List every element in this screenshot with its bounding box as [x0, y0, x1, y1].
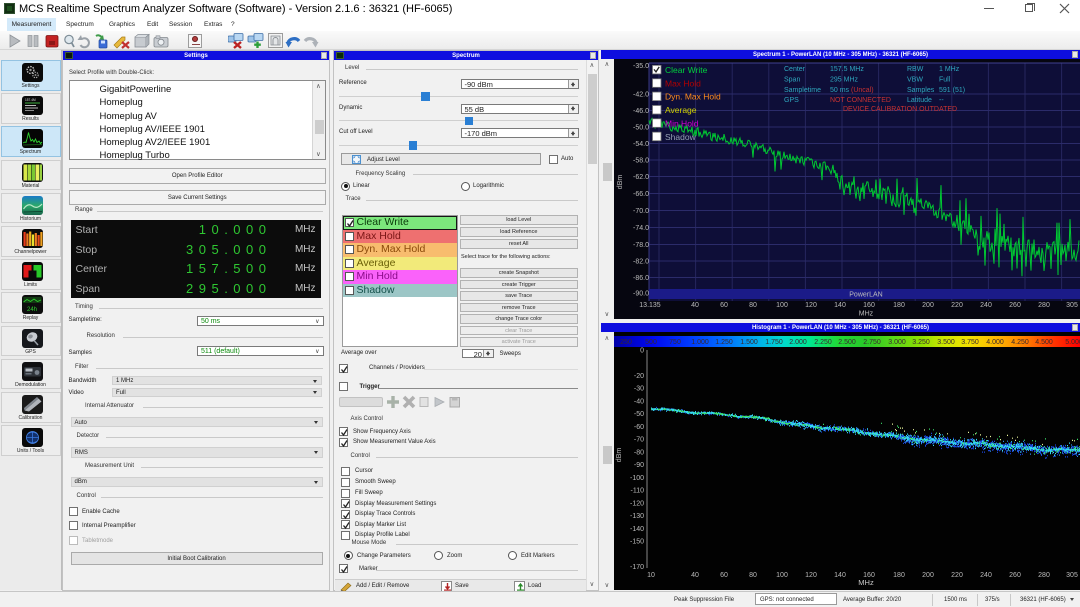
- svg-text:120: 120: [805, 572, 817, 579]
- svg-text:Span: Span: [784, 76, 800, 83]
- svg-text:-30: -30: [634, 386, 644, 393]
- svg-text:180: 180: [893, 302, 905, 309]
- svg-text:--: --: [939, 97, 944, 104]
- svg-text:-78.0: -78.0: [633, 242, 649, 249]
- svg-text:591 (51): 591 (51): [939, 87, 965, 94]
- svg-text:dBm: dBm: [616, 448, 623, 463]
- svg-text:-42.0: -42.0: [633, 92, 649, 99]
- svg-text:157.4M: 157.4M: [25, 98, 36, 102]
- svg-text:180: 180: [893, 572, 905, 579]
- svg-text:-100: -100: [630, 475, 644, 482]
- svg-text:24h: 24h: [27, 307, 37, 313]
- svg-text:280: 280: [1038, 572, 1050, 579]
- svg-text:200: 200: [922, 572, 934, 579]
- svg-text:120: 120: [805, 302, 817, 309]
- svg-text:-80: -80: [634, 449, 644, 456]
- svg-text:-150: -150: [630, 539, 644, 546]
- svg-text:Samples: Samples: [907, 87, 935, 94]
- svg-text:-35.0: -35.0: [633, 63, 649, 70]
- svg-text:260: 260: [1009, 572, 1021, 579]
- svg-text:10: 10: [647, 572, 655, 579]
- svg-text:-90: -90: [634, 462, 644, 469]
- svg-text:dBm: dBm: [617, 175, 624, 190]
- svg-text:280: 280: [1038, 302, 1050, 309]
- svg-text:80: 80: [749, 572, 757, 579]
- svg-text:100: 100: [776, 572, 788, 579]
- svg-text:-90.0: -90.0: [633, 291, 649, 298]
- svg-text:Max Hold: Max Hold: [665, 78, 701, 88]
- svg-text:40: 40: [691, 572, 699, 579]
- svg-text:0: 0: [640, 348, 644, 355]
- svg-text:RBW: RBW: [907, 66, 924, 73]
- svg-text:-58.0: -58.0: [633, 158, 649, 165]
- svg-text:40: 40: [691, 302, 699, 309]
- svg-text:-54.0: -54.0: [633, 141, 649, 148]
- svg-text:GPS: GPS: [784, 97, 799, 104]
- svg-text:140: 140: [834, 302, 846, 309]
- svg-text:295 MHz: 295 MHz: [830, 76, 859, 83]
- svg-text:240: 240: [980, 302, 992, 309]
- svg-text:Average: Average: [665, 105, 697, 115]
- svg-text:-46.0: -46.0: [633, 108, 649, 115]
- svg-text:-120: -120: [630, 500, 644, 507]
- svg-text:-70.0: -70.0: [633, 208, 649, 215]
- svg-text:Center: Center: [784, 66, 806, 73]
- svg-text:MHz: MHz: [859, 311, 874, 318]
- svg-text:Shadow: Shadow: [665, 132, 697, 142]
- svg-text:220: 220: [951, 572, 963, 579]
- svg-text:-82.0: -82.0: [633, 259, 649, 266]
- svg-text:-74.0: -74.0: [633, 225, 649, 232]
- svg-text:-50.0: -50.0: [633, 125, 649, 132]
- svg-text:-62.0: -62.0: [633, 174, 649, 181]
- svg-text:157.5 MHz: 157.5 MHz: [830, 66, 864, 73]
- svg-text:-110: -110: [631, 488, 645, 495]
- svg-text:Dyn. Max Hold: Dyn. Max Hold: [665, 92, 721, 102]
- svg-text:13.135: 13.135: [639, 302, 661, 309]
- svg-text:Sampletime: Sampletime: [784, 87, 821, 94]
- svg-text:DEVICE CALIBRATION OUTDATED: DEVICE CALIBRATION OUTDATED: [843, 106, 957, 113]
- svg-text:-40: -40: [634, 398, 644, 405]
- svg-text:-50: -50: [634, 411, 644, 418]
- svg-text:-140: -140: [630, 526, 644, 533]
- svg-text:-66.0: -66.0: [633, 191, 649, 198]
- svg-text:220: 220: [951, 302, 963, 309]
- svg-text:-130: -130: [630, 513, 644, 520]
- svg-text:200: 200: [922, 302, 934, 309]
- svg-text:VBW: VBW: [907, 76, 923, 83]
- svg-text:160: 160: [863, 302, 875, 309]
- svg-text:NOT CONNECTED: NOT CONNECTED: [830, 97, 891, 104]
- svg-text:Latitude: Latitude: [907, 97, 932, 104]
- svg-text:Full: Full: [939, 76, 951, 83]
- svg-text:-170: -170: [630, 564, 644, 571]
- svg-text:305: 305: [1066, 302, 1078, 309]
- svg-text:60: 60: [720, 302, 728, 309]
- svg-text:Clear Write: Clear Write: [665, 65, 708, 75]
- svg-text:140: 140: [834, 572, 846, 579]
- svg-text:100: 100: [776, 302, 788, 309]
- svg-text:60: 60: [720, 572, 728, 579]
- svg-text:305: 305: [1066, 572, 1078, 579]
- svg-text:260: 260: [1009, 302, 1021, 309]
- svg-text:-86.0: -86.0: [633, 275, 649, 282]
- svg-text:1 MHz: 1 MHz: [939, 66, 960, 73]
- svg-text:PowerLAN: PowerLAN: [849, 292, 882, 299]
- svg-text:80: 80: [749, 302, 757, 309]
- svg-text:-60: -60: [634, 424, 644, 431]
- svg-text:50 ms (Uncal): 50 ms (Uncal): [830, 87, 874, 94]
- svg-text:240: 240: [980, 572, 992, 579]
- svg-text:MHz: MHz: [858, 578, 874, 587]
- svg-text:-70: -70: [634, 437, 644, 444]
- svg-text:Min Hold: Min Hold: [665, 118, 699, 128]
- svg-text:-20: -20: [634, 373, 644, 380]
